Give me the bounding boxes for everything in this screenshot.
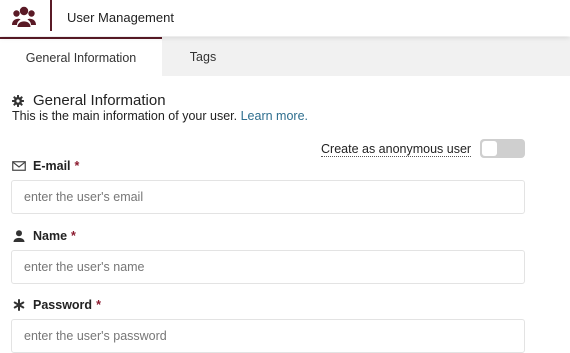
- gear-icon: [12, 94, 24, 107]
- description-text: This is the main information of your use…: [12, 109, 238, 123]
- asterisk-icon: [13, 299, 25, 311]
- email-label: E-mail *: [12, 159, 79, 173]
- anonymous-user-toggle[interactable]: [480, 139, 525, 158]
- email-label-text: E-mail: [33, 159, 71, 173]
- learn-more-link[interactable]: Learn more.: [241, 109, 308, 123]
- tab-tags[interactable]: Tags: [162, 37, 244, 76]
- email-field[interactable]: [11, 180, 525, 214]
- password-label: Password *: [12, 298, 101, 312]
- app-header: User Management: [0, 0, 570, 36]
- users-group-icon: [12, 6, 36, 27]
- toggle-knob: [482, 141, 497, 156]
- section-description: This is the main information of your use…: [12, 109, 308, 123]
- anonymous-user-label[interactable]: Create as anonymous user: [321, 142, 472, 157]
- envelope-icon: [12, 161, 26, 171]
- required-marker: *: [96, 298, 101, 312]
- user-icon: [13, 230, 25, 242]
- password-field[interactable]: [11, 319, 525, 353]
- name-label-text: Name: [33, 229, 68, 243]
- tab-general-information[interactable]: General Information: [0, 37, 162, 76]
- name-field[interactable]: [11, 250, 525, 284]
- section-title: General Information: [33, 92, 166, 109]
- tab-bar: General Information Tags: [0, 37, 570, 76]
- required-marker: *: [71, 229, 76, 243]
- header-divider: [50, 0, 52, 31]
- name-label: Name *: [12, 229, 76, 243]
- page-title: User Management: [67, 10, 174, 25]
- required-marker: *: [74, 159, 80, 173]
- password-label-text: Password: [33, 298, 93, 312]
- section-heading: General Information: [12, 92, 166, 109]
